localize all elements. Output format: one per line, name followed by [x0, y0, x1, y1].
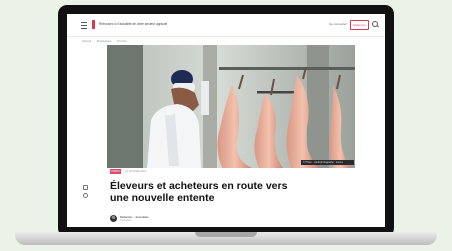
author-avatar[interactable]	[110, 215, 117, 222]
login-link[interactable]: Se connecter	[329, 22, 347, 26]
site-header: Retrouvez ici l'actualité de votre secte…	[67, 14, 385, 37]
publish-date: 12 JANVIER 2024	[125, 170, 147, 173]
share-icon[interactable]	[83, 185, 88, 190]
bookmark-icon[interactable]	[83, 193, 88, 198]
site-title[interactable]: Retrouvez ici l'actualité de votre secte…	[99, 22, 167, 26]
site-logo[interactable]	[92, 20, 95, 29]
category-tag[interactable]: PORCS	[110, 169, 121, 174]
breadcrumb-productions[interactable]: Productions	[97, 39, 112, 43]
laptop-screen: Retrouvez ici l'actualité de votre secte…	[67, 14, 385, 227]
photo-caption: © Photo - crédit photographe · source	[301, 160, 354, 165]
breadcrumb-home[interactable]: Accueil	[82, 39, 91, 43]
laptop-notch	[195, 232, 257, 237]
breadcrumb: Accueil Productions Porcins	[82, 39, 132, 43]
hero-photo	[107, 45, 355, 168]
subscribe-button[interactable]: S'abonner	[350, 20, 369, 30]
article-headline: Éleveurs et acheteurs en route vers une …	[110, 180, 288, 204]
menu-icon[interactable]	[81, 22, 87, 29]
author-role: Journaliste	[120, 219, 132, 222]
hero-image	[107, 45, 355, 168]
breadcrumb-porcins[interactable]: Porcins	[117, 39, 126, 43]
search-icon[interactable]	[372, 21, 378, 27]
